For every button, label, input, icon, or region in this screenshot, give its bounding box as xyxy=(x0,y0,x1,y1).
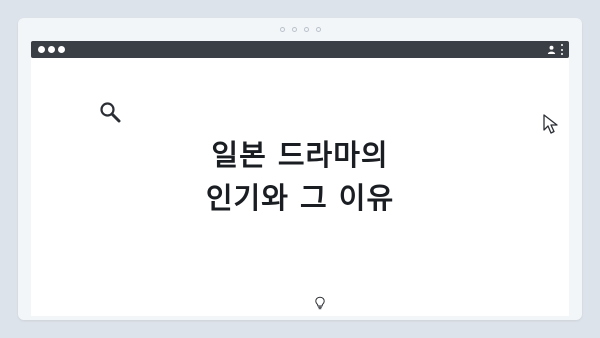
minimize-window-button[interactable] xyxy=(48,46,55,53)
search-icon[interactable] xyxy=(99,101,121,123)
maximize-window-button[interactable] xyxy=(58,46,65,53)
page-title: 일본 드라마의 인기와 그 이유 xyxy=(31,134,569,220)
window-dot xyxy=(279,27,285,32)
title-line: 일본 드라마의 xyxy=(211,138,389,172)
window-dots xyxy=(18,27,582,32)
window-dot xyxy=(303,27,309,32)
cursor-icon xyxy=(543,114,558,134)
lightbulb-icon xyxy=(315,296,325,310)
close-window-button[interactable] xyxy=(38,46,45,53)
browser-toolbar xyxy=(31,41,569,58)
profile-icon[interactable] xyxy=(547,45,556,54)
title-line: 인기와 그 이유 xyxy=(205,181,395,215)
window-frame: 일본 드라마의 인기와 그 이유 xyxy=(18,18,582,320)
traffic-lights xyxy=(38,46,65,53)
window-dot xyxy=(291,27,297,32)
kebab-menu-icon[interactable] xyxy=(561,44,564,55)
window-dot xyxy=(315,27,321,32)
page-viewport: 일본 드라마의 인기와 그 이유 xyxy=(31,58,569,316)
